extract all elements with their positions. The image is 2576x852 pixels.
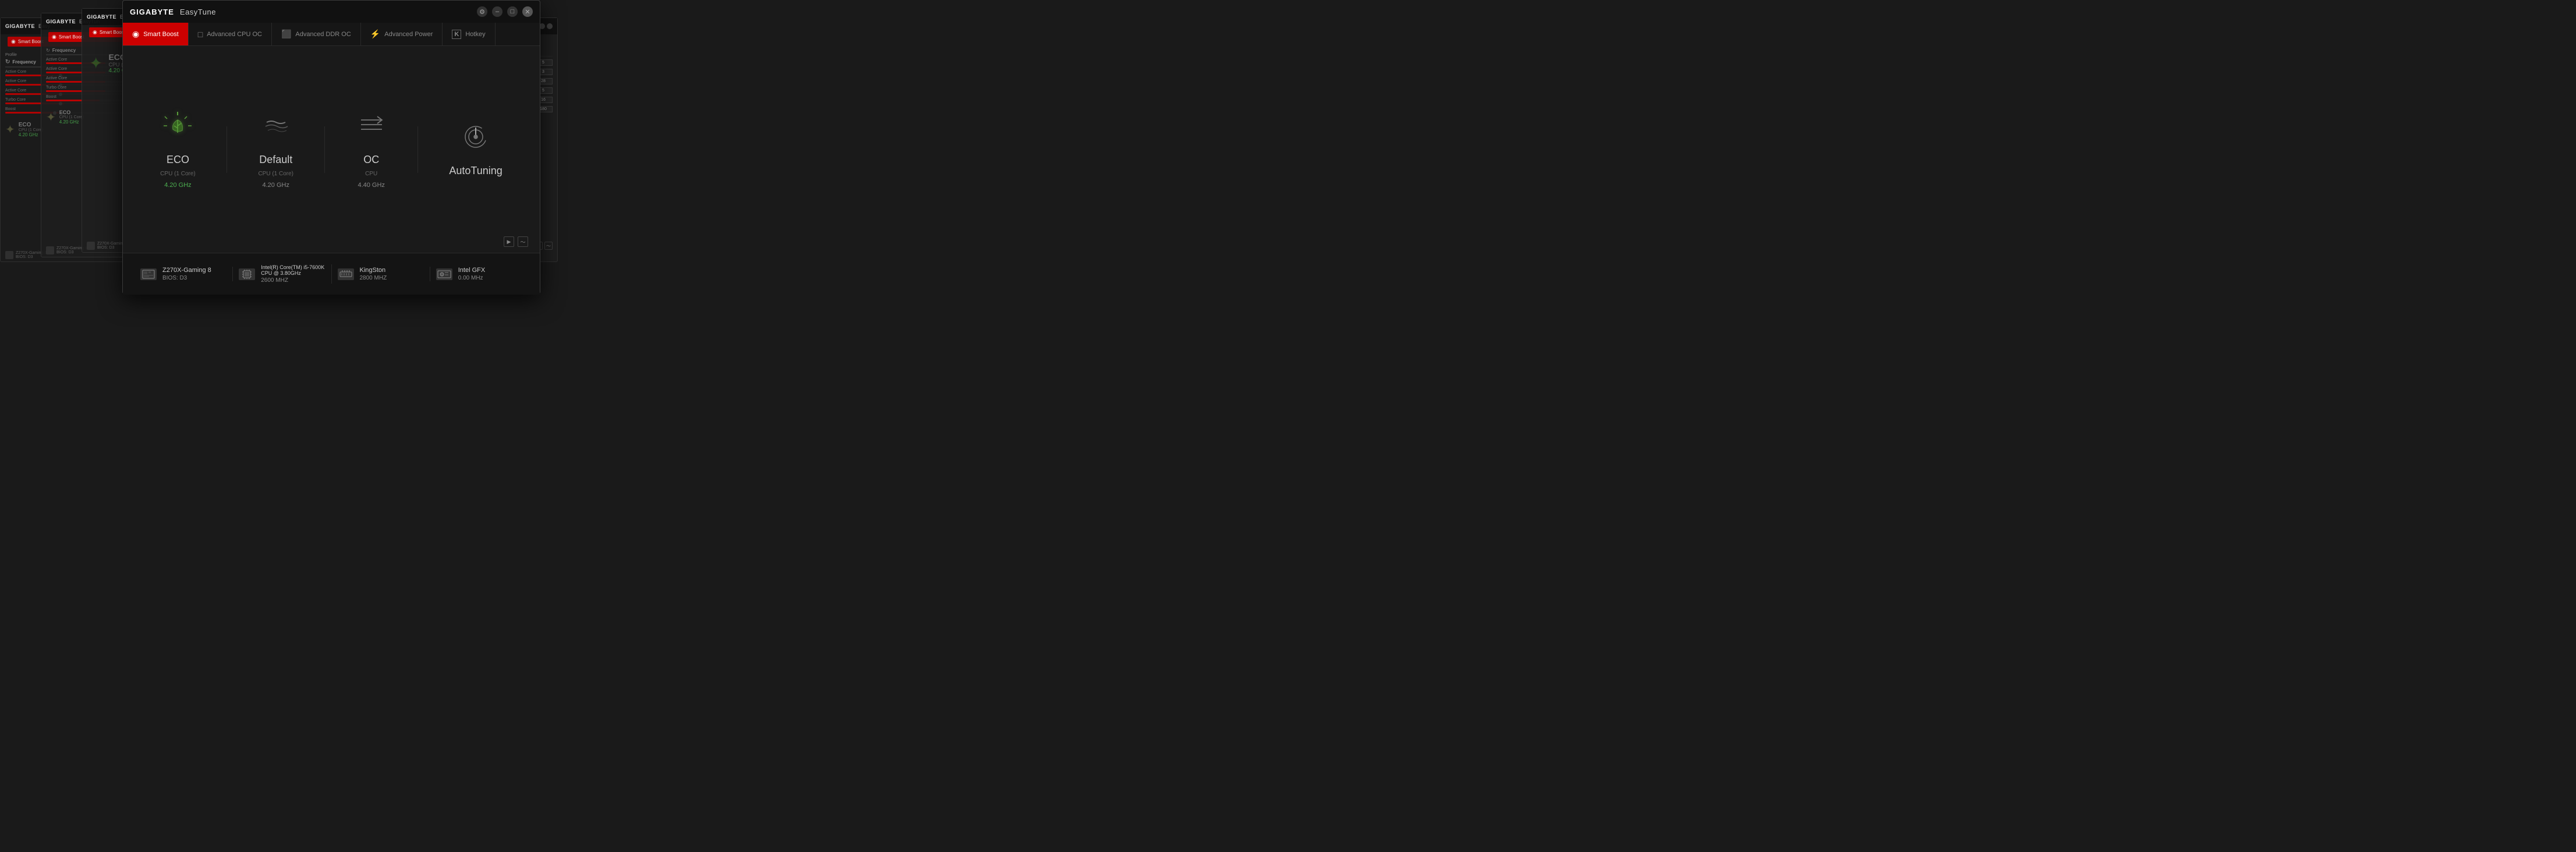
- cpu-icon: [239, 268, 255, 280]
- divider-2: [324, 126, 325, 173]
- titlebar-controls: ⚙ – □ ✕: [477, 6, 533, 17]
- titlebar: GIGABYTE EasyTune ⚙ – □ ✕: [123, 1, 540, 23]
- main-content: ECO CPU (1 Core) 4.20 GHz Default CPU (1…: [123, 46, 540, 253]
- motherboard-icon: [140, 268, 157, 280]
- default-icon: [261, 111, 291, 147]
- default-mode-name: Default: [259, 154, 292, 166]
- motherboard-bios: BIOS: D3: [162, 275, 211, 281]
- motherboard-info: Z270X-Gaming 8 BIOS: D3: [162, 267, 211, 281]
- autotuning-icon: [461, 122, 491, 158]
- tab-advanced-power[interactable]: ⚡ Advanced Power: [361, 23, 443, 45]
- footer-gpu: Intel GFX 0.00 MHz: [430, 267, 528, 281]
- default-mode-sub: CPU (1 Core): [258, 171, 293, 177]
- eco-mode-freq: 4.20 GHz: [164, 182, 191, 189]
- bg-logo-1: GIGABYTE: [5, 23, 35, 29]
- oc-icon: [356, 111, 387, 147]
- ddr-oc-icon: ⬛: [281, 29, 291, 39]
- bg-logo-3: GIGABYTE: [87, 14, 116, 20]
- divider-3: [417, 126, 418, 173]
- gpu-info: Intel GFX 0.00 MHz: [458, 267, 485, 281]
- mode-card-oc[interactable]: OC CPU 4.40 GHz: [348, 102, 395, 197]
- memory-speed: 2800 MHZ: [360, 275, 387, 281]
- memory-info: KingSton 2800 MHZ: [360, 267, 387, 281]
- cpu-info: Intel(R) Core(TM) i5-7600K CPU @ 3.80GHz…: [261, 264, 325, 284]
- footer-memory: KingSton 2800 MHZ: [332, 267, 430, 281]
- settings-button[interactable]: ⚙: [477, 6, 487, 17]
- smart-boost-icon: ◉: [132, 29, 139, 39]
- gpu-name: Intel GFX: [458, 267, 485, 274]
- bg-smartboost-label-1: Smart Boost: [18, 39, 44, 44]
- maximize-button[interactable]: □: [507, 6, 518, 17]
- mode-card-default[interactable]: Default CPU (1 Core) 4.20 GHz: [249, 102, 302, 197]
- hotkey-icon: K: [452, 30, 461, 39]
- oc-mode-freq: 4.40 GHz: [358, 182, 384, 189]
- eco-icon: [162, 111, 193, 147]
- gpu-icon: [436, 268, 452, 280]
- tab-hotkey[interactable]: K Hotkey: [443, 23, 495, 45]
- autotuning-mode-name: AutoTuning: [449, 165, 502, 177]
- cpu-speed: 2600 MHZ: [261, 277, 325, 284]
- mode-card-eco[interactable]: ECO CPU (1 Core) 4.20 GHz: [151, 102, 204, 197]
- oc-mode-sub: CPU: [365, 171, 377, 177]
- minimize-button[interactable]: –: [492, 6, 503, 17]
- power-icon: ⚡: [370, 29, 380, 39]
- memory-icon: [338, 268, 354, 280]
- mode-card-autotuning[interactable]: AutoTuning: [440, 113, 511, 186]
- cpu-oc-icon: □: [198, 30, 203, 39]
- footer-cpu: Intel(R) Core(TM) i5-7600K CPU @ 3.80GHz…: [233, 264, 331, 284]
- gigabyte-logo: GIGABYTE: [130, 8, 174, 16]
- motherboard-name: Z270X-Gaming 8: [162, 267, 211, 274]
- footer-motherboard: Z270X-Gaming 8 BIOS: D3: [135, 267, 233, 281]
- eco-mode-sub: CPU (1 Core): [160, 171, 196, 177]
- tabbar: ◉ Smart Boost □ Advanced CPU OC ⬛ Advanc…: [123, 23, 540, 46]
- cpu-name: Intel(R) Core(TM) i5-7600K CPU @ 3.80GHz: [261, 264, 325, 276]
- main-window: GIGABYTE EasyTune ⚙ – □ ✕ ◉ Smart Boost …: [122, 0, 540, 294]
- bg-logo-2: GIGABYTE: [46, 19, 76, 24]
- tab-advanced-cpu-oc[interactable]: □ Advanced CPU OC: [189, 23, 272, 45]
- gpu-speed: 0.00 MHz: [458, 275, 485, 281]
- default-mode-freq: 4.20 GHz: [262, 182, 289, 189]
- footer-bar: ▶ 〜 Z270X-Gaming 8 BIOS: D3: [123, 253, 540, 295]
- oc-mode-name: OC: [363, 154, 379, 166]
- app-title: EasyTune: [180, 8, 216, 16]
- memory-name: KingSton: [360, 267, 387, 274]
- bg-wave-btn-r3: 〜: [544, 242, 553, 250]
- tab-smart-boost[interactable]: ◉ Smart Boost: [123, 23, 189, 45]
- close-button[interactable]: ✕: [522, 6, 533, 17]
- bg-profile-label: Profile: [5, 53, 17, 57]
- wave-button[interactable]: 〜: [518, 236, 528, 247]
- play-button[interactable]: ▶: [504, 236, 514, 247]
- eco-mode-name: ECO: [167, 154, 189, 166]
- tab-advanced-ddr-oc[interactable]: ⬛ Advanced DDR OC: [272, 23, 361, 45]
